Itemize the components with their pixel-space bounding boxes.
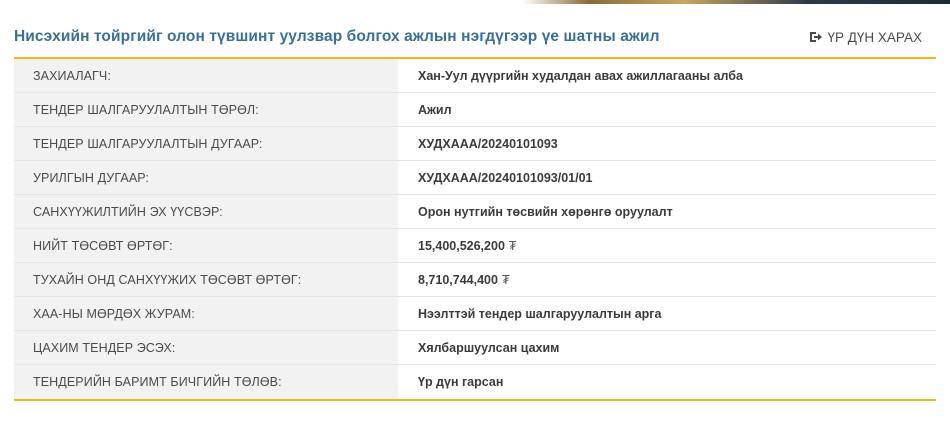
view-result-button[interactable]: ҮР ДҮН ХАРАХ [809,30,936,45]
row-value: 8,710,744,400 ₮ [398,263,936,296]
table-row: ЦАХИМ ТЕНДЕР ЭСЭХ: Хялбаршуулсан цахим [14,331,936,365]
row-value: 15,400,526,200 ₮ [398,229,936,262]
table-row: УРИЛГЫН ДУГААР: ХУДХААА/20240101093/01/0… [14,161,936,195]
row-label: ЦАХИМ ТЕНДЕР ЭСЭХ: [14,331,398,364]
row-label: УРИЛГЫН ДУГААР: [14,161,398,194]
value-text: ХУДХААА/20240101093/01/01 [418,170,593,185]
value-text: Ажил [418,102,452,117]
value-text: 8,710,744,400 [418,272,498,287]
value-text: Хялбаршуулсан цахим [418,340,560,355]
value-text: ХУДХААА/20240101093 [418,136,558,151]
page-header: Нисэхийн тойргийг олон түвшинт уулзвар б… [14,18,936,56]
row-label: ТЕНДЕР ШАЛГАРУУЛАЛТЫН ТӨРӨЛ: [14,93,398,126]
table-row: САНХҮҮЖИЛТИЙН ЭХ ҮҮСВЭР: Орон нутгийн тө… [14,195,936,229]
row-value: Нээлттэй тендер шалгаруулалтын арга [398,297,936,330]
table-row: ХАА-НЫ МӨРДӨХ ЖУРАМ: Нээлттэй тендер шал… [14,297,936,331]
row-value: Хан-Уул дүүргийн худалдан авах ажиллагаа… [398,59,936,92]
value-text: Нээлттэй тендер шалгаруулалтын арга [418,306,662,321]
table-row: ТЕНДЕР ШАЛГАРУУЛАЛТЫН ТӨРӨЛ: Ажил [14,93,936,127]
row-value: Ажил [398,93,936,126]
row-value: Үр дүн гарсан [398,365,936,399]
currency-symbol: ₮ [501,272,510,287]
value-text: Орон нутгийн төсвийн хөрөнгө оруулалт [418,204,673,219]
row-label: ТЕНДЕР ШАЛГАРУУЛАЛТЫН ДУГААР: [14,127,398,160]
value-text: Хан-Уул дүүргийн худалдан авах ажиллагаа… [418,68,743,83]
top-accent-bar [0,0,950,4]
tender-info-table: ЗАХИАЛАГЧ: Хан-Уул дүүргийн худалдан ава… [14,57,936,401]
value-text: 15,400,526,200 [418,238,505,253]
row-label: ТУХАЙН ОНД САНХҮҮЖИХ ТӨСӨВТ ӨРТӨГ: [14,263,398,296]
row-value: Орон нутгийн төсвийн хөрөнгө оруулалт [398,195,936,228]
row-label: ХАА-НЫ МӨРДӨХ ЖУРАМ: [14,297,398,330]
currency-symbol: ₮ [508,238,517,253]
row-value: ХУДХААА/20240101093 [398,127,936,160]
table-row: ТЕНДЕР ШАЛГАРУУЛАЛТЫН ДУГААР: ХУДХААА/20… [14,127,936,161]
table-row: ТУХАЙН ОНД САНХҮҮЖИХ ТӨСӨВТ ӨРТӨГ: 8,710… [14,263,936,297]
row-value: Хялбаршуулсан цахим [398,331,936,364]
table-row: ЗАХИАЛАГЧ: Хан-Уул дүүргийн худалдан ава… [14,59,936,93]
row-label: НИЙТ ТӨСӨВТ ӨРТӨГ: [14,229,398,262]
page-title: Нисэхийн тойргийг олон түвшинт уулзвар б… [14,28,660,45]
row-label: ТЕНДЕРИЙН БАРИМТ БИЧГИЙН ТӨЛӨВ: [14,365,398,399]
value-text: Үр дүн гарсан [418,375,504,389]
row-label: САНХҮҮЖИЛТИЙН ЭХ ҮҮСВЭР: [14,195,398,228]
table-row: ТЕНДЕРИЙН БАРИМТ БИЧГИЙН ТӨЛӨВ: Үр дүн г… [14,365,936,399]
row-label: ЗАХИАЛАГЧ: [14,59,398,92]
view-result-label: ҮР ДҮН ХАРАХ [827,29,922,45]
sign-in-icon [809,31,823,43]
row-value: ХУДХААА/20240101093/01/01 [398,161,936,194]
table-row: НИЙТ ТӨСӨВТ ӨРТӨГ: 15,400,526,200 ₮ [14,229,936,263]
